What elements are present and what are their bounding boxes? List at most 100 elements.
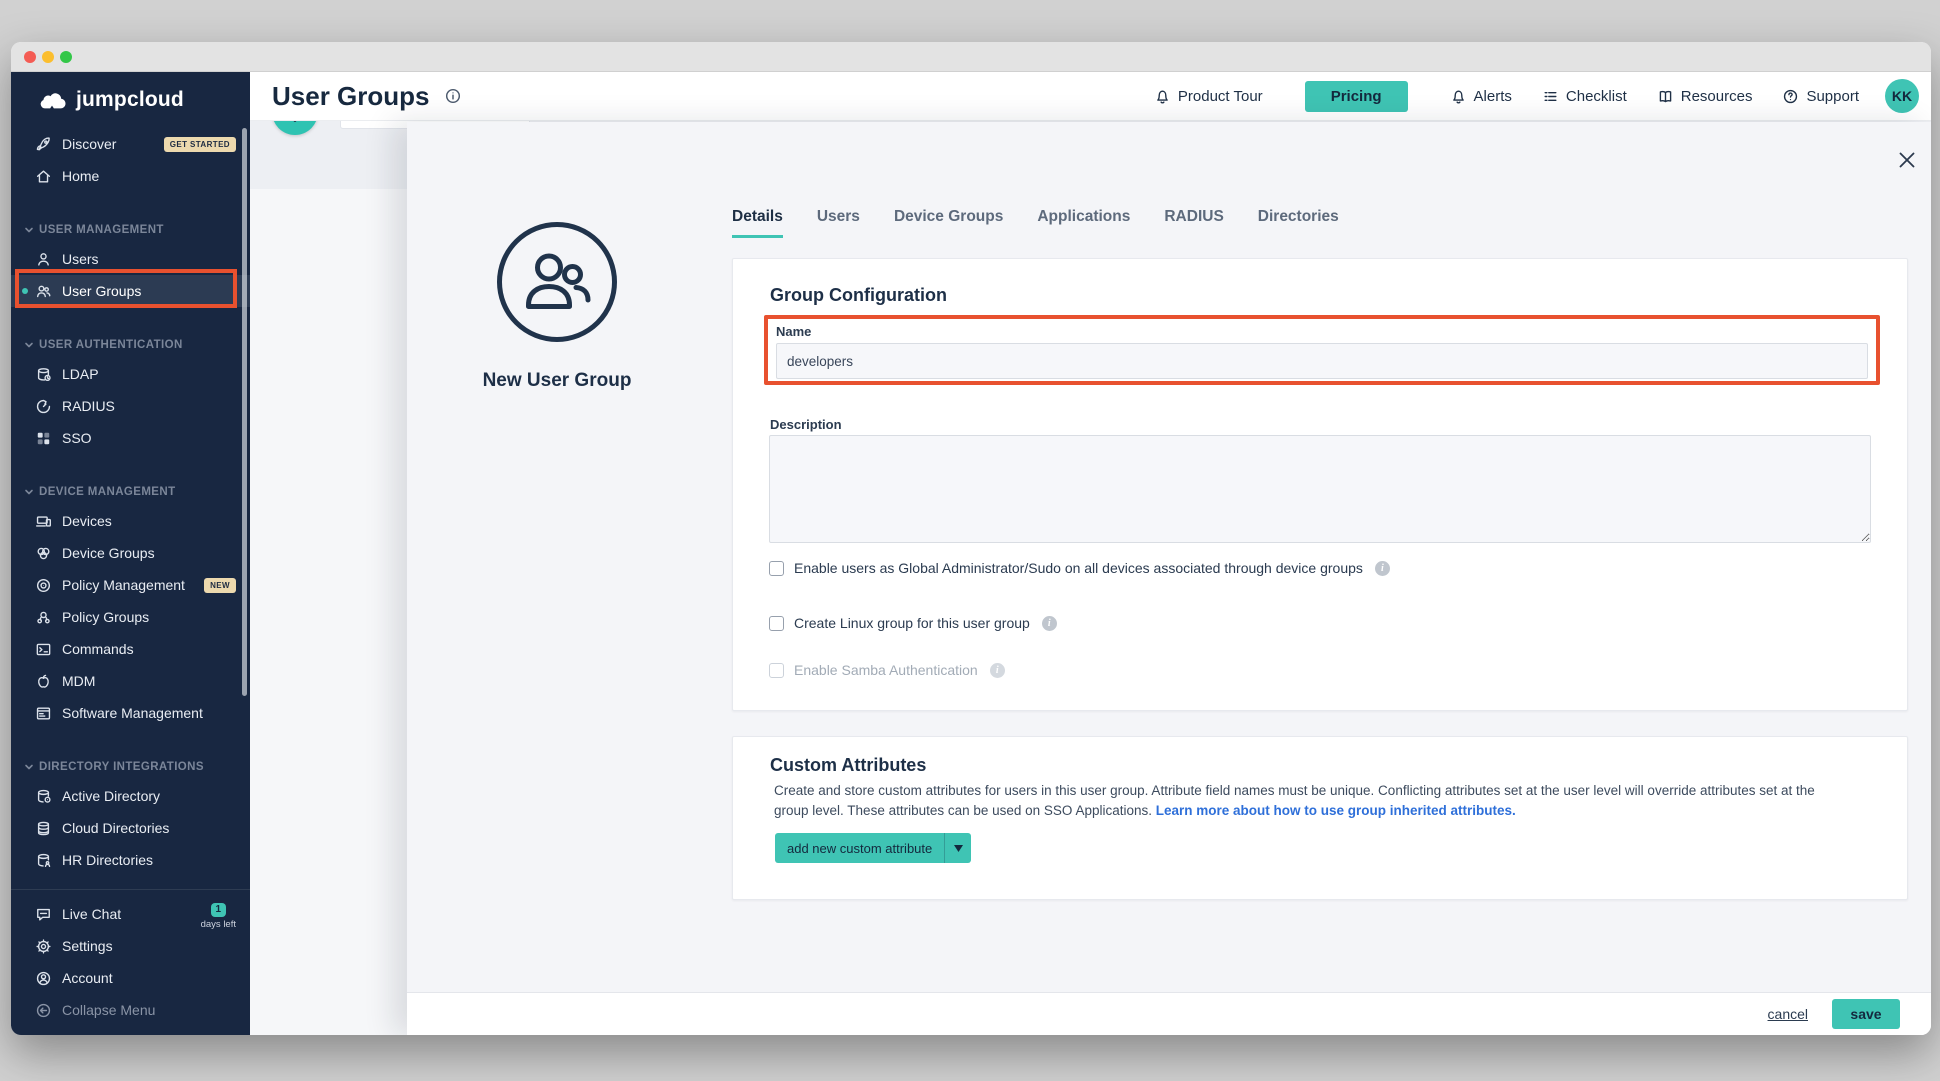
chevron-down-icon bbox=[24, 340, 34, 350]
custom-attributes-title: Custom Attributes bbox=[770, 755, 926, 776]
checkbox-row-create-linux-group-for-this-user-group[interactable]: Create Linux group for this user groupi bbox=[769, 615, 1057, 631]
group-configuration-title: Group Configuration bbox=[770, 285, 947, 306]
drawer-hero: New User Group bbox=[427, 219, 687, 392]
sidebar-item-hr-directories[interactable]: HR Directories bbox=[11, 844, 250, 876]
tab-device-groups[interactable]: Device Groups bbox=[894, 208, 1003, 238]
sidebar-item-commands[interactable]: Commands bbox=[11, 633, 250, 665]
user-avatar[interactable]: KK bbox=[1885, 79, 1919, 113]
sidebar-item-discover[interactable]: DiscoverGET STARTED bbox=[11, 128, 250, 160]
close-icon[interactable] bbox=[1897, 150, 1917, 170]
jumpcloud-logo[interactable]: jumpcloud bbox=[11, 72, 250, 128]
sidebar-footer: Live Chat1days leftSettingsAccountCollap… bbox=[11, 889, 250, 1026]
bell-icon bbox=[1450, 88, 1467, 105]
active-indicator-dot bbox=[22, 288, 28, 294]
tab-applications[interactable]: Applications bbox=[1037, 208, 1130, 238]
sidebar-item-software-management[interactable]: Software Management bbox=[11, 697, 250, 729]
sidebar-item-policy-groups[interactable]: Policy Groups bbox=[11, 601, 250, 633]
custom-attributes-card: Custom Attributes Create and store custo… bbox=[732, 736, 1908, 900]
drawer-entity-label: New User Group bbox=[427, 370, 687, 392]
caret-down-icon bbox=[945, 845, 971, 852]
description-textarea[interactable] bbox=[769, 435, 1871, 543]
info-icon[interactable] bbox=[444, 87, 462, 105]
sidebar-item-user-groups[interactable]: User Groups bbox=[11, 275, 250, 307]
sidebar-item-device-groups[interactable]: Device Groups bbox=[11, 537, 250, 569]
sidebar-section-user-management[interactable]: USER MANAGEMENT bbox=[11, 192, 250, 243]
pricing-button[interactable]: Pricing bbox=[1305, 81, 1408, 112]
sidebar-item-live-chat[interactable]: Live Chat1days left bbox=[11, 898, 250, 930]
minimize-window-button[interactable] bbox=[42, 51, 54, 63]
account-icon bbox=[35, 970, 52, 987]
software-icon bbox=[35, 705, 52, 722]
group-configuration-card: Group Configuration Name Description Ena… bbox=[732, 258, 1908, 711]
sidebar-item-home[interactable]: Home bbox=[11, 160, 250, 192]
user-icon bbox=[35, 251, 52, 268]
book-icon bbox=[1657, 88, 1674, 105]
sidebar-item-mdm[interactable]: MDM bbox=[11, 665, 250, 697]
policy-groups-icon bbox=[35, 609, 52, 626]
ldap-icon bbox=[35, 366, 52, 383]
tab-details[interactable]: Details bbox=[732, 208, 783, 238]
tab-radius[interactable]: RADIUS bbox=[1164, 208, 1223, 238]
new-user-group-drawer: New User Group Details Users Device Groups… bbox=[407, 122, 1931, 1035]
checkbox[interactable] bbox=[769, 663, 784, 678]
topbar-checklist[interactable]: Checklist bbox=[1542, 88, 1627, 105]
description-label: Description bbox=[770, 417, 842, 432]
sidebar: jumpcloud DiscoverGET STARTEDHomeUSER MA… bbox=[11, 72, 250, 1035]
checkbox[interactable] bbox=[769, 616, 784, 631]
checkbox-row-enable-users-as-global-administrator-sud[interactable]: Enable users as Global Administrator/Sud… bbox=[769, 560, 1390, 576]
user-group-hero-icon bbox=[494, 219, 620, 345]
chevron-down-icon bbox=[24, 762, 34, 772]
info-icon[interactable]: i bbox=[1375, 561, 1390, 576]
sidebar-scrollbar[interactable] bbox=[242, 128, 247, 696]
checkbox[interactable] bbox=[769, 561, 784, 576]
list-icon bbox=[1542, 88, 1559, 105]
group-name-input[interactable] bbox=[776, 343, 1868, 379]
sidebar-item-users[interactable]: Users bbox=[11, 243, 250, 275]
topbar-support[interactable]: Support bbox=[1782, 88, 1859, 105]
main-area: User Groups Product TourPricingAlertsChe… bbox=[250, 72, 1931, 1035]
zoom-window-button[interactable] bbox=[60, 51, 72, 63]
name-field-highlight: Name bbox=[764, 315, 1880, 385]
hr-directories-icon bbox=[35, 852, 52, 869]
sidebar-item-policy-management[interactable]: Policy ManagementNEW bbox=[11, 569, 250, 601]
info-icon[interactable]: i bbox=[1042, 616, 1057, 631]
sidebar-item-radius[interactable]: RADIUS bbox=[11, 390, 250, 422]
commands-icon bbox=[35, 641, 52, 658]
sidebar-item-settings[interactable]: Settings bbox=[11, 930, 250, 962]
sidebar-item-collapse-menu[interactable]: Collapse Menu bbox=[11, 994, 250, 1026]
new-badge: NEW bbox=[204, 578, 236, 593]
tab-users[interactable]: Users bbox=[817, 208, 860, 238]
help-icon bbox=[1782, 88, 1799, 105]
sso-icon bbox=[35, 430, 52, 447]
sidebar-item-active-directory[interactable]: Active Directory bbox=[11, 780, 250, 812]
rocket-icon bbox=[35, 136, 52, 153]
topbar-product-tour[interactable]: Product Tour bbox=[1154, 88, 1263, 105]
chevron-down-icon bbox=[24, 487, 34, 497]
chevron-down-icon bbox=[24, 225, 34, 235]
info-icon[interactable]: i bbox=[990, 663, 1005, 678]
sidebar-section-directory-integrations[interactable]: DIRECTORY INTEGRATIONS bbox=[11, 729, 250, 780]
tab-directories[interactable]: Directories bbox=[1258, 208, 1339, 238]
bell-icon bbox=[1154, 88, 1171, 105]
sidebar-item-sso[interactable]: SSO bbox=[11, 422, 250, 454]
checkbox-row-enable-samba-authentication[interactable]: Enable Samba Authenticationi bbox=[769, 662, 1005, 678]
sidebar-item-account[interactable]: Account bbox=[11, 962, 250, 994]
app-window: jumpcloud DiscoverGET STARTEDHomeUSER MA… bbox=[11, 42, 1931, 1035]
add-custom-attribute-button[interactable]: add new custom attribute bbox=[775, 833, 971, 863]
learn-more-link[interactable]: Learn more about how to use group inheri… bbox=[1156, 803, 1516, 818]
sidebar-item-ldap[interactable]: LDAP bbox=[11, 358, 250, 390]
topbar-alerts[interactable]: Alerts bbox=[1450, 88, 1512, 105]
gear-icon bbox=[35, 938, 52, 955]
topbar-resources[interactable]: Resources bbox=[1657, 88, 1753, 105]
sidebar-item-cloud-directories[interactable]: Cloud Directories bbox=[11, 812, 250, 844]
sidebar-section-device-management[interactable]: DEVICE MANAGEMENT bbox=[11, 454, 250, 505]
sidebar-item-devices[interactable]: Devices bbox=[11, 505, 250, 537]
drawer-footer: cancel save bbox=[407, 992, 1931, 1035]
logo-text: jumpcloud bbox=[76, 88, 184, 112]
close-window-button[interactable] bbox=[24, 51, 36, 63]
collapse-icon bbox=[35, 1002, 52, 1019]
save-button[interactable]: save bbox=[1832, 999, 1900, 1029]
topbar: User Groups Product TourPricingAlertsChe… bbox=[250, 72, 1931, 121]
sidebar-section-user-authentication[interactable]: USER AUTHENTICATION bbox=[11, 307, 250, 358]
cancel-button[interactable]: cancel bbox=[1768, 1006, 1808, 1022]
